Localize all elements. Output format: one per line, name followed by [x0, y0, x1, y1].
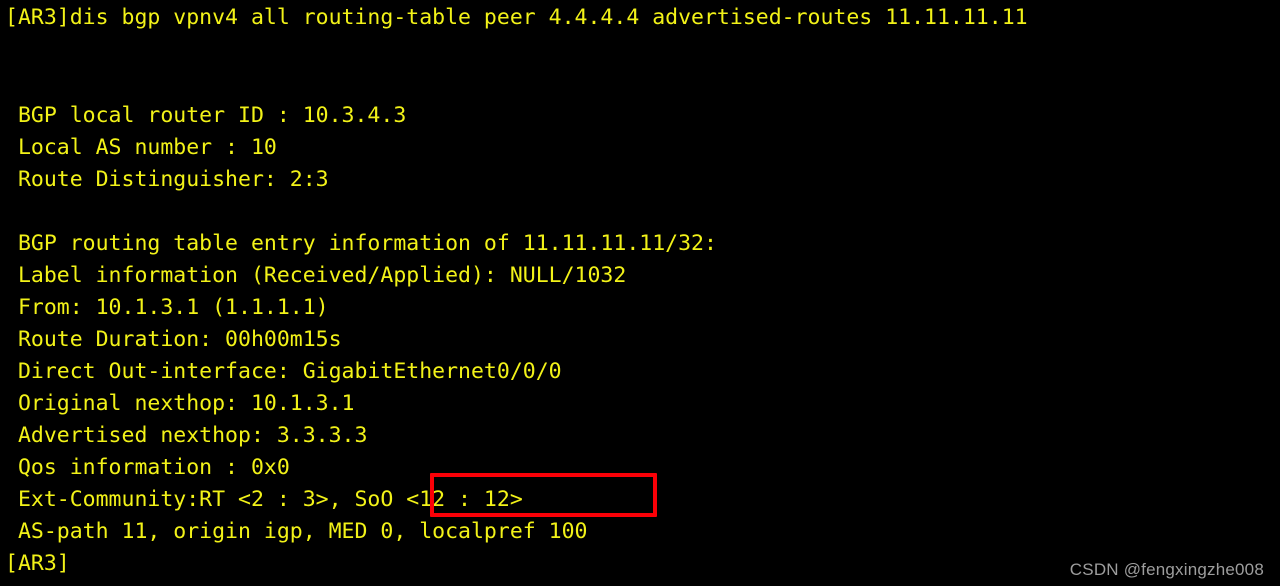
bgp-as-path-line: AS-path 11, origin igp, MED 0, localpref…: [5, 519, 588, 544]
bgp-from-line: From: 10.1.3.1 (1.1.1.1): [5, 295, 329, 320]
bgp-route-distinguisher-line: Route Distinguisher: 2:3: [5, 167, 329, 192]
terminal-command-line: [AR3]dis bgp vpnv4 all routing-table pee…: [5, 5, 1028, 30]
bgp-original-nexthop-line: Original nexthop: 10.1.3.1: [5, 391, 355, 416]
bgp-qos-information-line: Qos information : 0x0: [5, 455, 290, 480]
watermark-text: CSDN @fengxingzhe008: [1069, 560, 1264, 579]
bgp-local-router-id-line: BGP local router ID : 10.3.4.3: [5, 103, 407, 128]
bgp-label-information-line: Label information (Received/Applied): NU…: [5, 263, 627, 288]
terminal-window[interactable]: [AR3]dis bgp vpnv4 all routing-table pee…: [0, 0, 1280, 586]
bgp-local-as-number-line: Local AS number : 10: [5, 135, 277, 160]
bgp-advertised-nexthop-line: Advertised nexthop: 3.3.3.3: [5, 423, 368, 448]
bgp-route-duration-line: Route Duration: 00h00m15s: [5, 327, 342, 352]
bgp-table-entry-line: BGP routing table entry information of 1…: [5, 231, 717, 256]
bgp-ext-community-line: Ext-Community:RT <2 : 3>, SoO <12 : 12>: [5, 487, 523, 512]
bgp-out-interface-line: Direct Out-interface: GigabitEthernet0/0…: [5, 359, 562, 384]
